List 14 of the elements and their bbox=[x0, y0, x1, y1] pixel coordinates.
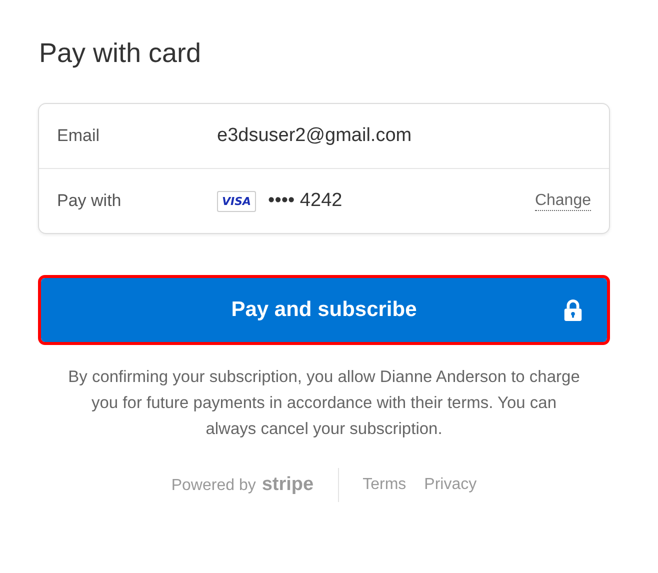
footer-link[interactable]: Terms bbox=[362, 476, 406, 494]
notice-text: By confirming your subscription, you allow Dianne Anderson to charge you for future payments in accordance with their terms. You can always cancel your subscription. bbox=[67, 367, 581, 440]
field-label: Email bbox=[57, 126, 101, 146]
email-value: e3dsuser2@gmail.com bbox=[217, 125, 412, 147]
change-link[interactable]: Change bbox=[534, 192, 591, 210]
visa-icon: VISA bbox=[217, 190, 256, 212]
powered-by-text: Powered by bbox=[171, 477, 256, 495]
footer-link[interactable]: Privacy bbox=[424, 476, 477, 494]
lock-icon bbox=[563, 299, 583, 322]
field-label: Pay with bbox=[57, 191, 122, 211]
stripe-logo: stripe bbox=[262, 474, 314, 496]
page-title: Pay with card bbox=[39, 38, 202, 69]
card-number: •••• 4242 bbox=[268, 190, 342, 212]
pay-button[interactable]: Pay and subscribe bbox=[41, 278, 607, 342]
